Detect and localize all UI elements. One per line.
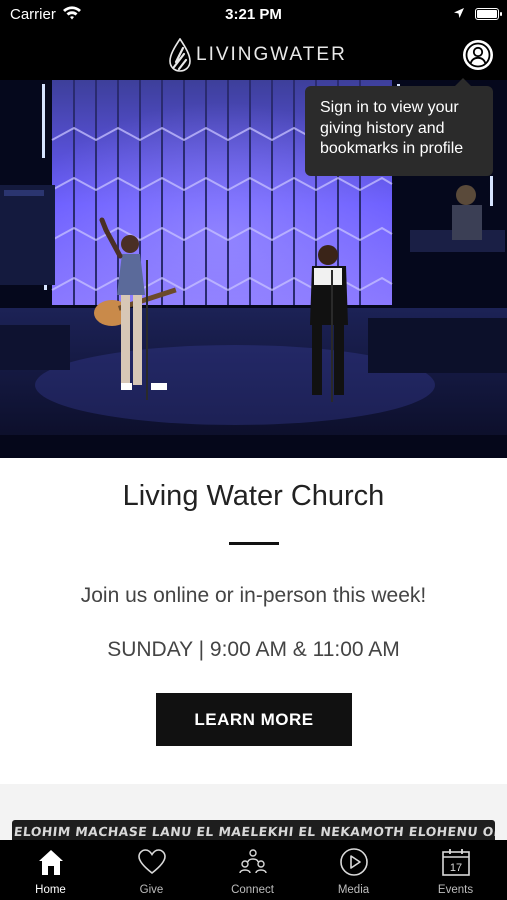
calendar-icon: 17: [441, 849, 470, 876]
title-divider: [229, 542, 279, 545]
tab-connect-label: Connect: [231, 884, 274, 896]
status-time: 3:21 PM: [225, 6, 282, 23]
welcome-card: Living Water Church Join us online or in…: [0, 458, 507, 784]
service-times: SUNDAY | 9:00 AM & 11:00 AM: [107, 638, 400, 661]
bottom-tab-bar: Home Give Connect Media 17 Events: [0, 840, 507, 900]
tab-give-label: Give: [139, 884, 164, 896]
logo-mark-icon: [169, 38, 191, 72]
calendar-day-number: 17: [449, 862, 461, 874]
promo-banner-text: ELOHIM MACHASE LANU EL MAELEKHI EL NEKAM…: [13, 824, 495, 839]
heart-icon: [137, 849, 166, 875]
church-title: Living Water Church: [122, 480, 385, 512]
promo-banner[interactable]: ELOHIM MACHASE LANU EL MAELEKHI EL NEKAM…: [12, 820, 495, 840]
tab-events-label: Events: [437, 884, 474, 896]
status-bar: Carrier 3:21 PM: [0, 0, 507, 30]
play-circle-icon: [339, 848, 368, 876]
top-nav-bar: LIVINGWATER: [0, 30, 507, 80]
home-icon: [38, 850, 63, 875]
people-icon: [238, 849, 267, 874]
tab-events[interactable]: 17 Events: [404, 840, 507, 900]
sign-in-tooltip[interactable]: Sign in to view your giving history and …: [305, 78, 493, 176]
tab-home-label: Home: [35, 884, 66, 896]
tab-give[interactable]: Give: [101, 840, 202, 900]
welcome-subtitle: Join us online or in-person this week!: [80, 584, 427, 607]
person-circle-icon: [465, 42, 491, 68]
living-water-logo: LIVINGWATER: [168, 38, 347, 72]
battery-icon: [475, 8, 502, 20]
logo-text: LIVINGWATER: [196, 44, 347, 65]
tab-media[interactable]: Media: [303, 840, 404, 900]
tab-connect[interactable]: Connect: [202, 840, 303, 900]
tab-media-label: Media: [337, 884, 370, 896]
learn-more-button[interactable]: LEARN MORE: [156, 693, 352, 746]
tab-home[interactable]: Home: [0, 840, 101, 900]
location-arrow-icon: [454, 8, 464, 18]
profile-button[interactable]: [463, 40, 493, 70]
